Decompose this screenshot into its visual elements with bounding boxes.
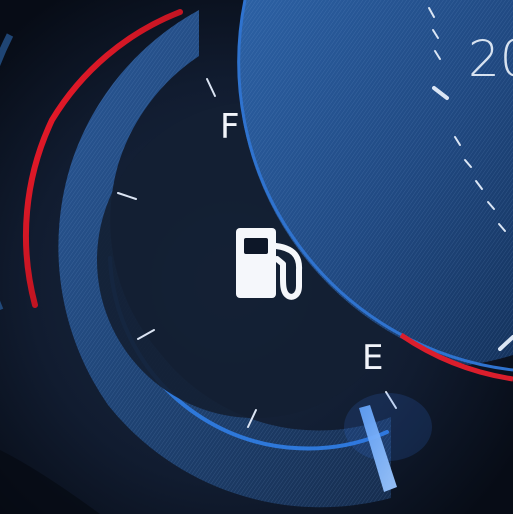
instrument-cluster-fuel-gauge: F E 20 <box>0 0 513 514</box>
speedometer-partial-label: 20 <box>468 30 513 88</box>
fuel-empty-label: E <box>362 338 384 378</box>
gauge-artwork <box>0 0 513 514</box>
fuel-full-label: F <box>220 107 240 147</box>
needle-glow <box>344 393 432 461</box>
